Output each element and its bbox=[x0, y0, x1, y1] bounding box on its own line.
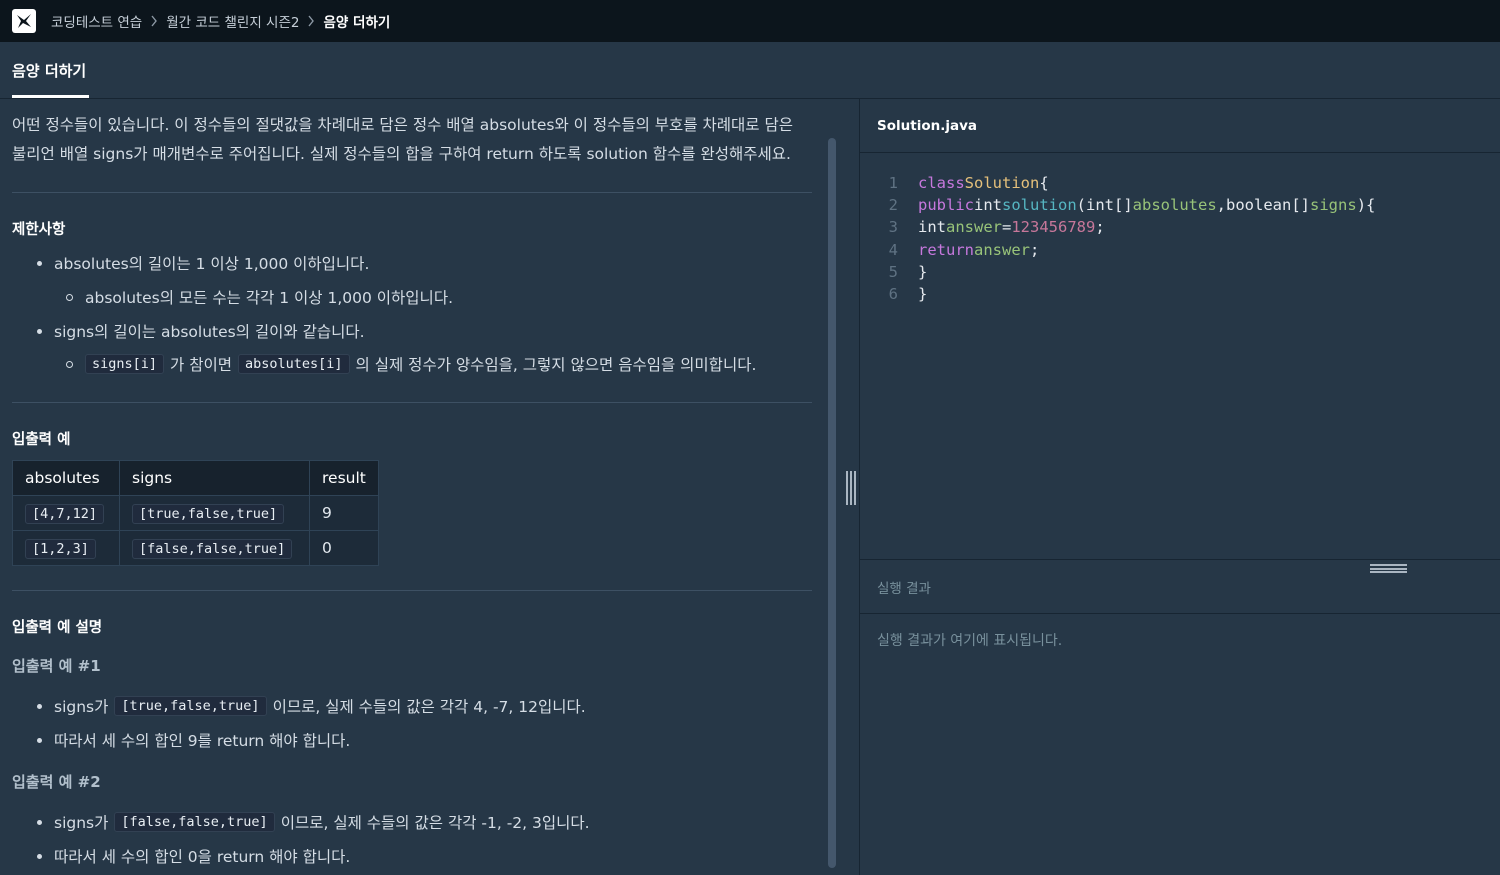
line-number: 1 bbox=[888, 174, 898, 192]
editor-panel: Solution.java 1 class Solution { 2 public… bbox=[859, 99, 1500, 875]
constraint-text: signs의 길이는 absolutes의 길이와 같습니다. bbox=[54, 323, 365, 341]
bullet-icon bbox=[37, 260, 42, 266]
tab-active-indicator bbox=[12, 95, 89, 98]
inline-code: [false,false,true] bbox=[132, 539, 293, 559]
circle-bullet-icon bbox=[66, 360, 73, 368]
table-row: [1,2,3] [false,false,true] 0 bbox=[12, 530, 379, 566]
description-line-1: 어떤 정수들이 있습니다. 이 정수들의 절댓값을 차례대로 담은 정수 배열 … bbox=[12, 116, 793, 134]
table-cell: 9 bbox=[309, 495, 379, 531]
io-example-table: absolutes signs result [4,7,12] [true,fa… bbox=[12, 460, 379, 566]
column-header: absolutes bbox=[12, 460, 120, 496]
divider bbox=[12, 192, 812, 193]
constraints-heading: 제한사항 bbox=[12, 222, 66, 238]
constraint-item: absolutes의 길이는 1 이상 1,000 이하입니다. bbox=[37, 252, 369, 274]
constraint-item: signs의 길이는 absolutes의 길이와 같습니다. bbox=[37, 320, 365, 342]
constraint-subitem: absolutes의 모든 수는 각각 1 이상 1,000 이하입니다. bbox=[66, 286, 453, 308]
bullet-icon bbox=[37, 737, 42, 743]
line-number: 2 bbox=[888, 196, 898, 214]
divider bbox=[12, 590, 812, 591]
explanation-text: 따라서 세 수의 합인 9를 return 해야 합니다. bbox=[54, 732, 351, 750]
problem-description: 어떤 정수들이 있습니다. 이 정수들의 절댓값을 차례대로 담은 정수 배열 … bbox=[12, 111, 812, 169]
description-scrollbar[interactable] bbox=[828, 138, 836, 868]
tab-problem[interactable]: 음양 더하기 bbox=[12, 60, 86, 81]
chevron-right-icon bbox=[307, 15, 315, 27]
result-title: 실행 결과 bbox=[877, 581, 931, 597]
explanation-text: 이므로, 실제 수들의 값은 각각 4, -7, 12입니다. bbox=[272, 698, 586, 716]
table-cell: [false,false,true] bbox=[119, 530, 310, 566]
breadcrumb-coding-test[interactable]: 코딩테스트 연습 bbox=[51, 11, 142, 31]
inline-code: [false,false,true] bbox=[114, 812, 275, 832]
table-cell: 0 bbox=[309, 530, 379, 566]
bullet-icon bbox=[37, 853, 42, 859]
explanation-text: 이므로, 실제 수들의 값은 각각 -1, -2, 3입니다. bbox=[280, 814, 590, 832]
example-2-title: 입출력 예 #2 bbox=[12, 773, 101, 791]
inline-code: [4,7,12] bbox=[25, 504, 105, 524]
explanation-text: signs가 bbox=[54, 814, 109, 832]
explanation-item: 따라서 세 수의 합인 0을 return 해야 합니다. bbox=[37, 845, 350, 867]
file-name: Solution.java bbox=[877, 118, 977, 134]
code-line: 2 public int solution(int[] absolutes, b… bbox=[860, 194, 1376, 216]
line-number: 5 bbox=[888, 263, 898, 281]
code-line: 3 int answer = 123456789; bbox=[860, 216, 1105, 238]
circle-bullet-icon bbox=[66, 293, 73, 301]
line-number: 6 bbox=[888, 285, 898, 303]
chevron-right-icon bbox=[150, 15, 158, 27]
bullet-icon bbox=[37, 328, 42, 334]
inline-code: [1,2,3] bbox=[25, 539, 96, 559]
line-number: 4 bbox=[888, 241, 898, 259]
code-line: 6} bbox=[860, 283, 928, 305]
problem-description-panel: 어떤 정수들이 있습니다. 이 정수들의 절댓값을 차례대로 담은 정수 배열 … bbox=[0, 99, 840, 875]
constraint-text: absolutes의 모든 수는 각각 1 이상 1,000 이하입니다. bbox=[85, 289, 454, 307]
breadcrumb-current: 음양 더하기 bbox=[323, 15, 391, 31]
explanation-text: 따라서 세 수의 합인 0을 return 해야 합니다. bbox=[54, 848, 351, 866]
breadcrumb-challenge[interactable]: 월간 코드 챌린지 시즌2 bbox=[166, 11, 299, 31]
inline-code: signs[i] bbox=[85, 354, 165, 374]
result-header: 실행 결과 bbox=[860, 559, 1500, 614]
result-placeholder: 실행 결과가 여기에 표시됩니다. bbox=[877, 633, 1063, 649]
io-explanation-heading: 입출력 예 설명 bbox=[12, 620, 103, 636]
code-line: 4 return answer; bbox=[860, 239, 1040, 261]
editor-file-bar: Solution.java bbox=[860, 99, 1500, 153]
explanation-item: 따라서 세 수의 합인 9를 return 해야 합니다. bbox=[37, 729, 350, 751]
logo-icon bbox=[17, 14, 31, 28]
panel-resize-handle[interactable] bbox=[846, 471, 856, 505]
inline-code: [true,false,true] bbox=[132, 504, 285, 524]
table-cell: [true,false,true] bbox=[119, 495, 310, 531]
result-resize-handle[interactable] bbox=[1370, 564, 1407, 573]
constraint-subitem: signs[i] 가 참이면 absolutes[i] 의 실제 정수가 양수임… bbox=[66, 353, 756, 375]
constraint-text: absolutes의 길이는 1 이상 1,000 이하입니다. bbox=[54, 255, 370, 273]
explanation-text: signs가 bbox=[54, 698, 109, 716]
bullet-icon bbox=[37, 819, 42, 825]
table-cell: [1,2,3] bbox=[12, 530, 120, 566]
table-header-row: absolutes signs result bbox=[12, 460, 379, 496]
top-navigation-bar: 코딩테스트 연습 월간 코드 챌린지 시즌2 음양 더하기 bbox=[0, 0, 1500, 42]
constraint-text: 의 실제 정수가 양수임을, 그렇지 않으면 음수임을 의미합니다. bbox=[355, 356, 757, 374]
bullet-icon bbox=[37, 703, 42, 709]
explanation-item: signs가 [false,false,true] 이므로, 실제 수들의 값은… bbox=[37, 811, 590, 833]
explanation-item: signs가 [true,false,true] 이므로, 실제 수들의 값은 … bbox=[37, 695, 586, 717]
programmers-logo[interactable] bbox=[12, 9, 36, 33]
problem-tab-bar: 음양 더하기 bbox=[0, 42, 1500, 99]
column-header: signs bbox=[119, 460, 310, 496]
io-example-heading: 입출력 예 bbox=[12, 432, 71, 448]
description-line-2: 불리언 배열 signs가 매개변수로 주어집니다. 실제 정수들의 합을 구하… bbox=[12, 145, 791, 163]
constraint-text: 가 참이면 bbox=[170, 356, 232, 374]
code-editor[interactable]: 1 class Solution { 2 public int solution(… bbox=[860, 154, 1500, 559]
divider bbox=[12, 402, 812, 403]
code-line: 5 } bbox=[860, 261, 928, 283]
line-number: 3 bbox=[888, 218, 898, 236]
table-cell: [4,7,12] bbox=[12, 495, 120, 531]
inline-code: [true,false,true] bbox=[114, 696, 267, 716]
code-line: 1 class Solution { bbox=[860, 172, 1049, 194]
table-row: [4,7,12] [true,false,true] 9 bbox=[12, 495, 379, 531]
example-1-title: 입출력 예 #1 bbox=[12, 657, 101, 675]
column-header: result bbox=[309, 460, 379, 496]
inline-code: absolutes[i] bbox=[238, 354, 350, 374]
